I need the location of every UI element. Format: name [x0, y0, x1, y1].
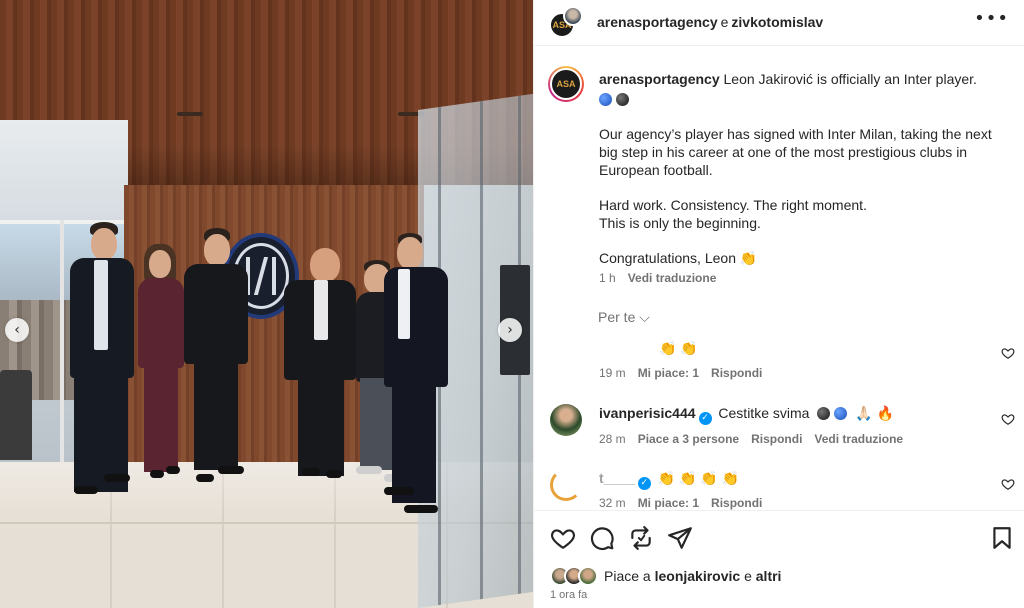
- comment-item: t____ ✓ 👏 👏 👏 👏 32 m Mi piace: 1 Rispondi: [534, 466, 1024, 510]
- comment-likes[interactable]: Piace a 3 persone: [638, 432, 739, 446]
- translate-link[interactable]: Vedi traduzione: [814, 432, 903, 446]
- black-circle-emoji: [616, 93, 629, 106]
- comment-icon[interactable]: [589, 525, 615, 551]
- comment-item: ivanperisic444 ✓ Cestitke svima 🙏🏻 🔥 28 m…: [534, 401, 1024, 449]
- comment-emojis: 🙏🏻 🔥: [855, 405, 894, 421]
- comment-heart-icon[interactable]: [1001, 412, 1015, 426]
- comment-body: t____ ✓ 👏 👏 👏 👏: [599, 470, 739, 490]
- commenter-avatar[interactable]: [550, 469, 582, 501]
- next-photo-button[interactable]: ›: [498, 318, 522, 342]
- liker-avatar: [578, 566, 598, 586]
- share-icon[interactable]: [628, 525, 654, 551]
- comment-time[interactable]: 32 m: [599, 496, 626, 510]
- photo-person: [66, 222, 136, 502]
- coauthor-username[interactable]: zivkotomislav: [731, 14, 823, 30]
- author-username[interactable]: arenasportagency: [597, 14, 718, 30]
- post-actions: Piace a leonjakirovic e altri 1 ora fa: [534, 510, 1024, 608]
- caption-meta: 1 h Vedi traduzione: [599, 271, 728, 285]
- comment-body: ivanperisic444 ✓ Cestitke svima 🙏🏻 🔥: [599, 405, 894, 425]
- commenter-avatar[interactable]: [550, 404, 582, 436]
- comment-time[interactable]: 28 m: [599, 432, 626, 446]
- comment-meta: 19 m Mi piace: 1 Rispondi: [599, 366, 774, 380]
- post-caption: arenasportagency Leon Jakirović is offic…: [599, 70, 999, 267]
- comment-heart-icon[interactable]: [1001, 477, 1015, 491]
- comment-item: 👏 👏 19 m Mi piace: 1 Rispondi: [534, 337, 1024, 383]
- caption-paragraph: Our agency’s player has signed with Inte…: [599, 126, 992, 178]
- comment-text: Cestitke svima: [718, 405, 810, 421]
- translate-link[interactable]: Vedi traduzione: [628, 271, 717, 285]
- comment-likes[interactable]: Mi piace: 1: [638, 366, 699, 380]
- comment-meta: 28 m Piace a 3 persone Rispondi Vedi traduz…: [599, 432, 915, 446]
- caption-paragraph: Hard work. Consistency. The right moment…: [599, 197, 867, 213]
- post-authors: arenasportagency e zivkotomislav: [597, 14, 823, 30]
- photo-chair: [0, 370, 32, 460]
- caption-username[interactable]: arenasportagency: [599, 71, 720, 87]
- reply-button[interactable]: Rispondi: [711, 496, 762, 510]
- comments-section[interactable]: ASA arenasportagency Leon Jakirović is o…: [534, 52, 1024, 510]
- verified-badge-icon: ✓: [637, 477, 651, 490]
- caption-author-avatar[interactable]: ASA: [548, 66, 584, 102]
- author-avatars[interactable]: ASA: [549, 6, 585, 40]
- reply-button[interactable]: Rispondi: [711, 366, 762, 380]
- comment-sort-dropdown[interactable]: Per te ⌵: [598, 309, 650, 326]
- likes-text: Piace a leonjakirovic e altri: [604, 568, 782, 584]
- caption-paragraph: This is only the beginning.: [599, 215, 761, 231]
- send-icon[interactable]: [667, 525, 693, 551]
- bookmark-icon[interactable]: [989, 525, 1015, 551]
- caption-line1: Leon Jakirović is officially an Inter pl…: [723, 71, 977, 87]
- photo-person: [280, 248, 360, 484]
- photo-person: [180, 228, 252, 488]
- photo-person: [136, 244, 186, 484]
- comment-text: 👏 👏 👏 👏: [657, 470, 740, 486]
- comment-text: 👏 👏: [659, 340, 698, 356]
- authors-conjunction: e: [720, 14, 729, 30]
- reply-button[interactable]: Rispondi: [751, 432, 802, 446]
- caption-time[interactable]: 1 h: [599, 271, 616, 285]
- photo-person: [382, 233, 452, 523]
- comment-time[interactable]: 19 m: [599, 366, 626, 380]
- comment-likes[interactable]: Mi piace: 1: [638, 496, 699, 510]
- verified-badge-icon: ✓: [698, 412, 712, 425]
- more-options-icon[interactable]: •••: [974, 8, 1009, 29]
- liker-username[interactable]: leonjakirovic: [655, 568, 741, 584]
- likers-others[interactable]: altri: [756, 568, 782, 584]
- heart-icon[interactable]: [550, 525, 576, 551]
- comment-heart-icon[interactable]: [1001, 346, 1015, 360]
- coauthor-avatar[interactable]: [563, 6, 583, 26]
- commenter-username[interactable]: ivanperisic444: [599, 405, 696, 421]
- ceiling-light: [177, 112, 203, 116]
- post-header: ASA arenasportagency e zivkotomislav •••: [534, 0, 1024, 46]
- commenter-username[interactable]: t____: [599, 470, 635, 486]
- post-side-panel: ASA arenasportagency e zivkotomislav ••• A…: [533, 0, 1024, 608]
- comment-meta: 32 m Mi piace: 1 Rispondi: [599, 496, 774, 510]
- black-circle-emoji: [817, 407, 831, 420]
- post-time[interactable]: 1 ora fa: [550, 589, 587, 601]
- blue-circle-emoji: [599, 93, 612, 106]
- blue-circle-emoji: [834, 407, 848, 420]
- likes-summary[interactable]: Piace a leonjakirovic e altri: [550, 565, 781, 587]
- caption-paragraph: Congratulations, Leon 👏: [599, 250, 758, 266]
- prev-photo-button[interactable]: ‹: [5, 318, 29, 342]
- post-photo[interactable]: ‹ ›: [0, 0, 533, 608]
